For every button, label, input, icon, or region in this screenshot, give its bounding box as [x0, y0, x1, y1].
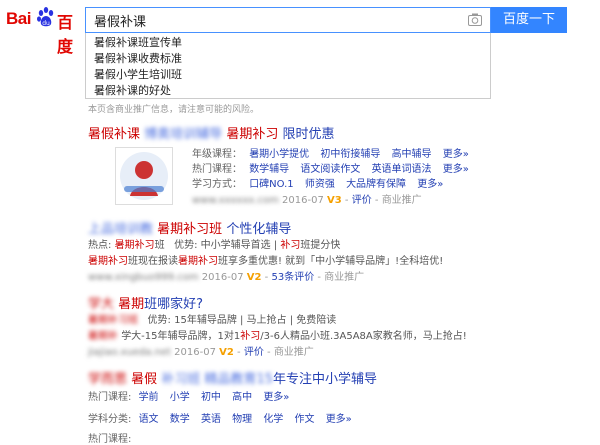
baidu-logo[interactable]: Bai du 百度: [6, 6, 84, 56]
trust-badge[interactable]: V2: [219, 347, 234, 358]
title-text: 个性化辅导: [226, 222, 292, 237]
result-4-subject-row: 学科分类: 语文 数学 英语 物理 化学 作文 更多»: [88, 410, 360, 425]
search-box[interactable]: 暑假补课: [85, 7, 491, 33]
ad-label[interactable]: 商业推广: [274, 347, 314, 358]
result-1-meta: www.xxxxxx.com 2016-07 V3 - 评价 - 商业推广: [192, 195, 422, 206]
search-button[interactable]: 百度一下: [491, 7, 567, 33]
row-label: 年级课程：: [192, 149, 242, 160]
result-3-meta: jiajiao.xueda.net 2016-07 V2 - 评价 - 商业推广: [88, 347, 314, 358]
sitelink[interactable]: 英语: [201, 414, 221, 425]
result-3-line2: 暑期补 学大-15年辅导品牌，1对1补习/3-6人精品小班.3A5A8A家教名师…: [88, 331, 467, 342]
title-keyword: 暑期补习班: [157, 222, 223, 237]
blurred-url: www.xingbuo999.com: [88, 272, 199, 283]
result-1-mode-row: 学习方式： 口碑NO.1 师资强 大品牌有保障 更多»: [192, 175, 451, 190]
blurred-text: 学而思: [88, 372, 128, 387]
blurred-text: 暑期补: [88, 331, 118, 342]
sitelink-more[interactable]: 更多»: [443, 149, 469, 160]
suggestion-item[interactable]: 暑假补课班宣传单: [94, 35, 182, 50]
trust-badge[interactable]: V2: [247, 272, 262, 283]
blurred-text: 暑期补习班: [88, 315, 138, 326]
suggestion-item[interactable]: 暑假小学生培训班: [94, 67, 182, 82]
sitelink[interactable]: 物理: [232, 414, 252, 425]
row-label: 学习方式：: [192, 179, 242, 190]
sitelink[interactable]: 小学: [170, 392, 190, 403]
eval-link[interactable]: 53条评价: [271, 272, 314, 283]
result-date: 2016-07: [282, 195, 324, 206]
logo-text-bai: Bai: [6, 9, 31, 28]
sitelink-more[interactable]: 更多»: [263, 392, 289, 403]
ad-label[interactable]: 商业推广: [324, 272, 364, 283]
title-keyword: 暑期: [118, 297, 145, 312]
blurred-url: jiajiao.xueda.net: [88, 347, 171, 358]
paw-icon: du: [37, 7, 54, 27]
sitelink[interactable]: 学前: [139, 392, 159, 403]
avatar[interactable]: [115, 147, 173, 205]
row-label: 热门课程:: [88, 392, 132, 403]
title-text: 年专注中小学辅导: [273, 372, 378, 387]
result-1-grade-row: 年级课程： 暑期小学提优 初中衔接辅导 高中辅导 更多»: [192, 145, 477, 160]
sitelink[interactable]: 大品牌有保障: [346, 179, 406, 190]
search-input[interactable]: 暑假补课: [94, 11, 146, 30]
sitelink[interactable]: 初中: [201, 392, 221, 403]
ad-risk-notice: 本页含商业推广信息，请注意可能的风险。: [88, 105, 260, 115]
suggestion-item[interactable]: 暑假补课的好处: [94, 83, 171, 98]
title-text: 限时优惠: [282, 127, 335, 142]
sitelink[interactable]: 高中: [232, 392, 252, 403]
suggestion-dropdown: 暑假补课班宣传单 暑假补课收费标准 暑假小学生培训班 暑假补课的好处: [85, 33, 491, 99]
result-1-title[interactable]: 暑假补课 博奥培训辅导 暑期补习 限时优惠: [88, 123, 334, 142]
result-4-grade-row: 热门课程: 学前 小学 初中 高中 更多»: [88, 388, 297, 403]
eval-link[interactable]: 评价: [244, 347, 264, 358]
sitelink[interactable]: 英语单词语法: [372, 164, 432, 175]
sitelink-more[interactable]: 更多»: [443, 164, 469, 175]
teacher-photo-icon: [120, 152, 168, 200]
sitelink[interactable]: 语文: [139, 414, 159, 425]
svg-text:du: du: [42, 20, 50, 27]
title-keyword: 暑假补课: [88, 127, 141, 142]
row-label: 热门课程：: [192, 164, 242, 175]
result-2-line1: 热点: 暑期补习班 优势: 中小学辅导首选 | 补习班提分快: [88, 240, 341, 251]
title-keyword: 暑假: [131, 372, 158, 387]
sitelink[interactable]: 语文阅读作文: [300, 164, 360, 175]
trust-badge[interactable]: V3: [327, 195, 342, 206]
result-4-title[interactable]: 学而思 暑假 补习班 精品教育15年专注中小学辅导: [88, 368, 377, 387]
row-label: 学科分类:: [88, 414, 132, 425]
blurred-text: 博奥培训辅导: [144, 127, 223, 142]
sitelink[interactable]: 数学辅导: [249, 164, 289, 175]
result-date: 2016-07: [201, 272, 244, 283]
title-keyword: 暑期补习: [226, 127, 279, 142]
row-label: 热门课程:: [88, 434, 132, 445]
sitelink[interactable]: 暑期小学提优: [249, 149, 309, 160]
camera-icon[interactable]: [468, 13, 482, 26]
result-1-hot-row: 热门课程： 数学辅导 语文阅读作文 英语单词语法 更多»: [192, 160, 477, 175]
blurred-text: 上品培训教: [88, 222, 154, 237]
result-2-title[interactable]: 上品培训教 暑期补习班 个性化辅导: [88, 218, 291, 237]
blurred-url: www.xxxxxx.com: [192, 195, 279, 206]
sitelink[interactable]: 师资强: [305, 179, 335, 190]
result-3-title[interactable]: 学大 暑期班哪家好?: [88, 293, 203, 312]
logo-text-du: 百度: [57, 13, 74, 56]
sitelink[interactable]: 作文: [295, 414, 315, 425]
sitelink[interactable]: 数学: [170, 414, 190, 425]
sitelink[interactable]: 初中衔接辅导: [320, 149, 380, 160]
sitelink-more[interactable]: 更多»: [326, 414, 352, 425]
blurred-text: 学大: [88, 297, 115, 312]
eval-link[interactable]: 评价: [352, 195, 372, 206]
sitelink[interactable]: 高中辅导: [392, 149, 432, 160]
blurred-text: 补习班 精品教育15: [161, 372, 273, 387]
suggestion-item[interactable]: 暑假补课收费标准: [94, 51, 182, 66]
result-3-line1: 暑期补习班 优势: 15年辅导品牌 | 马上抢占 | 免费陪读: [88, 315, 337, 326]
sitelink[interactable]: 化学: [263, 414, 283, 425]
ad-label[interactable]: 商业推广: [382, 195, 422, 206]
result-2-line2: 暑期补习班现在报读暑期补习班享多重优惠! 就到「中小学辅导品牌」!全科培优!: [88, 256, 444, 267]
sitelink[interactable]: 口碑NO.1: [249, 179, 294, 190]
title-text: 班哪家好?: [144, 297, 204, 312]
result-date: 2016-07: [174, 347, 216, 358]
result-2-meta: www.xingbuo999.com 2016-07 V2 - 53条评价 - …: [88, 272, 365, 283]
sitelink-more[interactable]: 更多»: [417, 179, 443, 190]
